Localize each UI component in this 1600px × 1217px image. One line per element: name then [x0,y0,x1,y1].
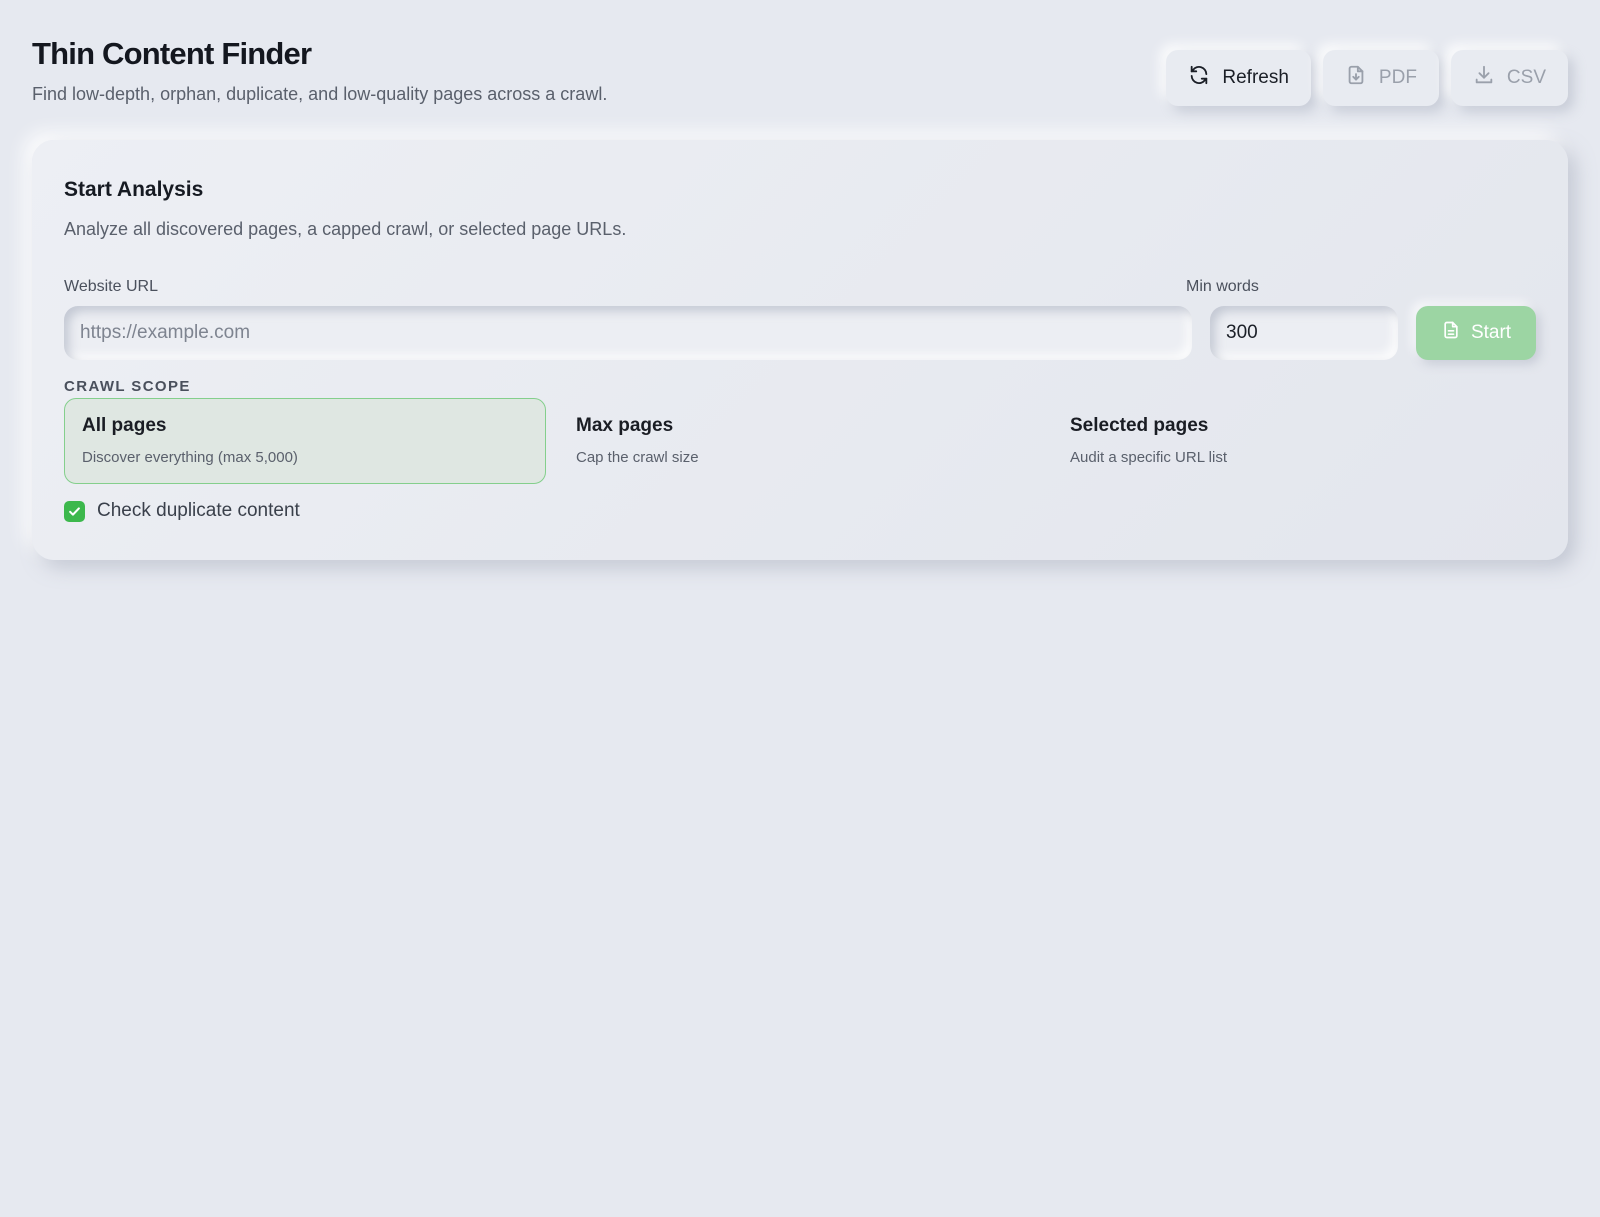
scope-option-description: Audit a specific URL list [1070,449,1228,466]
refresh-label: Refresh [1222,67,1289,88]
pdf-button[interactable]: PDF [1322,50,1439,106]
crawl-scope-options: All pages Discover everything (max 5,000… [64,398,1536,484]
header: Thin Content Finder Find low-depth, orph… [32,0,1568,138]
website-url-input[interactable] [64,306,1192,360]
scope-option-description: Cap the crawl size [576,449,699,466]
scope-option-all-pages[interactable]: All pages Discover everything (max 5,000… [64,398,546,484]
website-url-label: Website URL [64,278,158,295]
page-subtitle: Find low-depth, orphan, duplicate, and l… [32,84,608,104]
crawl-scope-label: CRAWL SCOPE [64,378,191,395]
duplicate-content-checkbox[interactable] [64,500,85,522]
scope-option-description: Discover everything (max 5,000) [82,449,298,466]
page: Thin Content Finder Find low-depth, orph… [0,0,1600,1217]
refresh-icon [1188,64,1210,92]
card-description: Analyze all discovered pages, a capped c… [64,219,627,239]
csv-label: CSV [1506,67,1546,88]
toolbar: Refresh PDF CSV [1166,50,1568,106]
scope-option-max-pages[interactable]: Max pages Cap the crawl size [558,398,1040,484]
duplicate-content-label: Check duplicate content [97,500,300,521]
start-button[interactable]: Start [1416,306,1536,360]
refresh-button[interactable]: Refresh [1166,50,1311,106]
checkmark-icon [69,506,80,516]
csv-button[interactable]: CSV [1450,50,1568,106]
pdf-label: PDF [1378,67,1417,88]
scope-option-title: Selected pages [1070,415,1209,436]
scope-option-title: Max pages [576,415,674,436]
file-download-icon [1345,64,1367,92]
document-icon [1441,320,1461,346]
scope-option-title: All pages [82,415,167,436]
duplicate-content-toggle[interactable]: Check duplicate content [64,500,300,522]
min-words-label: Min words [1186,278,1259,295]
page-title: Thin Content Finder [32,36,312,71]
card-title: Start Analysis [64,178,204,201]
download-icon [1473,64,1495,92]
scope-option-selected-pages[interactable]: Selected pages Audit a specific URL list [1052,398,1534,484]
min-words-input[interactable] [1210,306,1398,360]
start-analysis-card: Start Analysis Analyze all discovered pa… [32,140,1568,560]
start-label: Start [1470,322,1512,343]
